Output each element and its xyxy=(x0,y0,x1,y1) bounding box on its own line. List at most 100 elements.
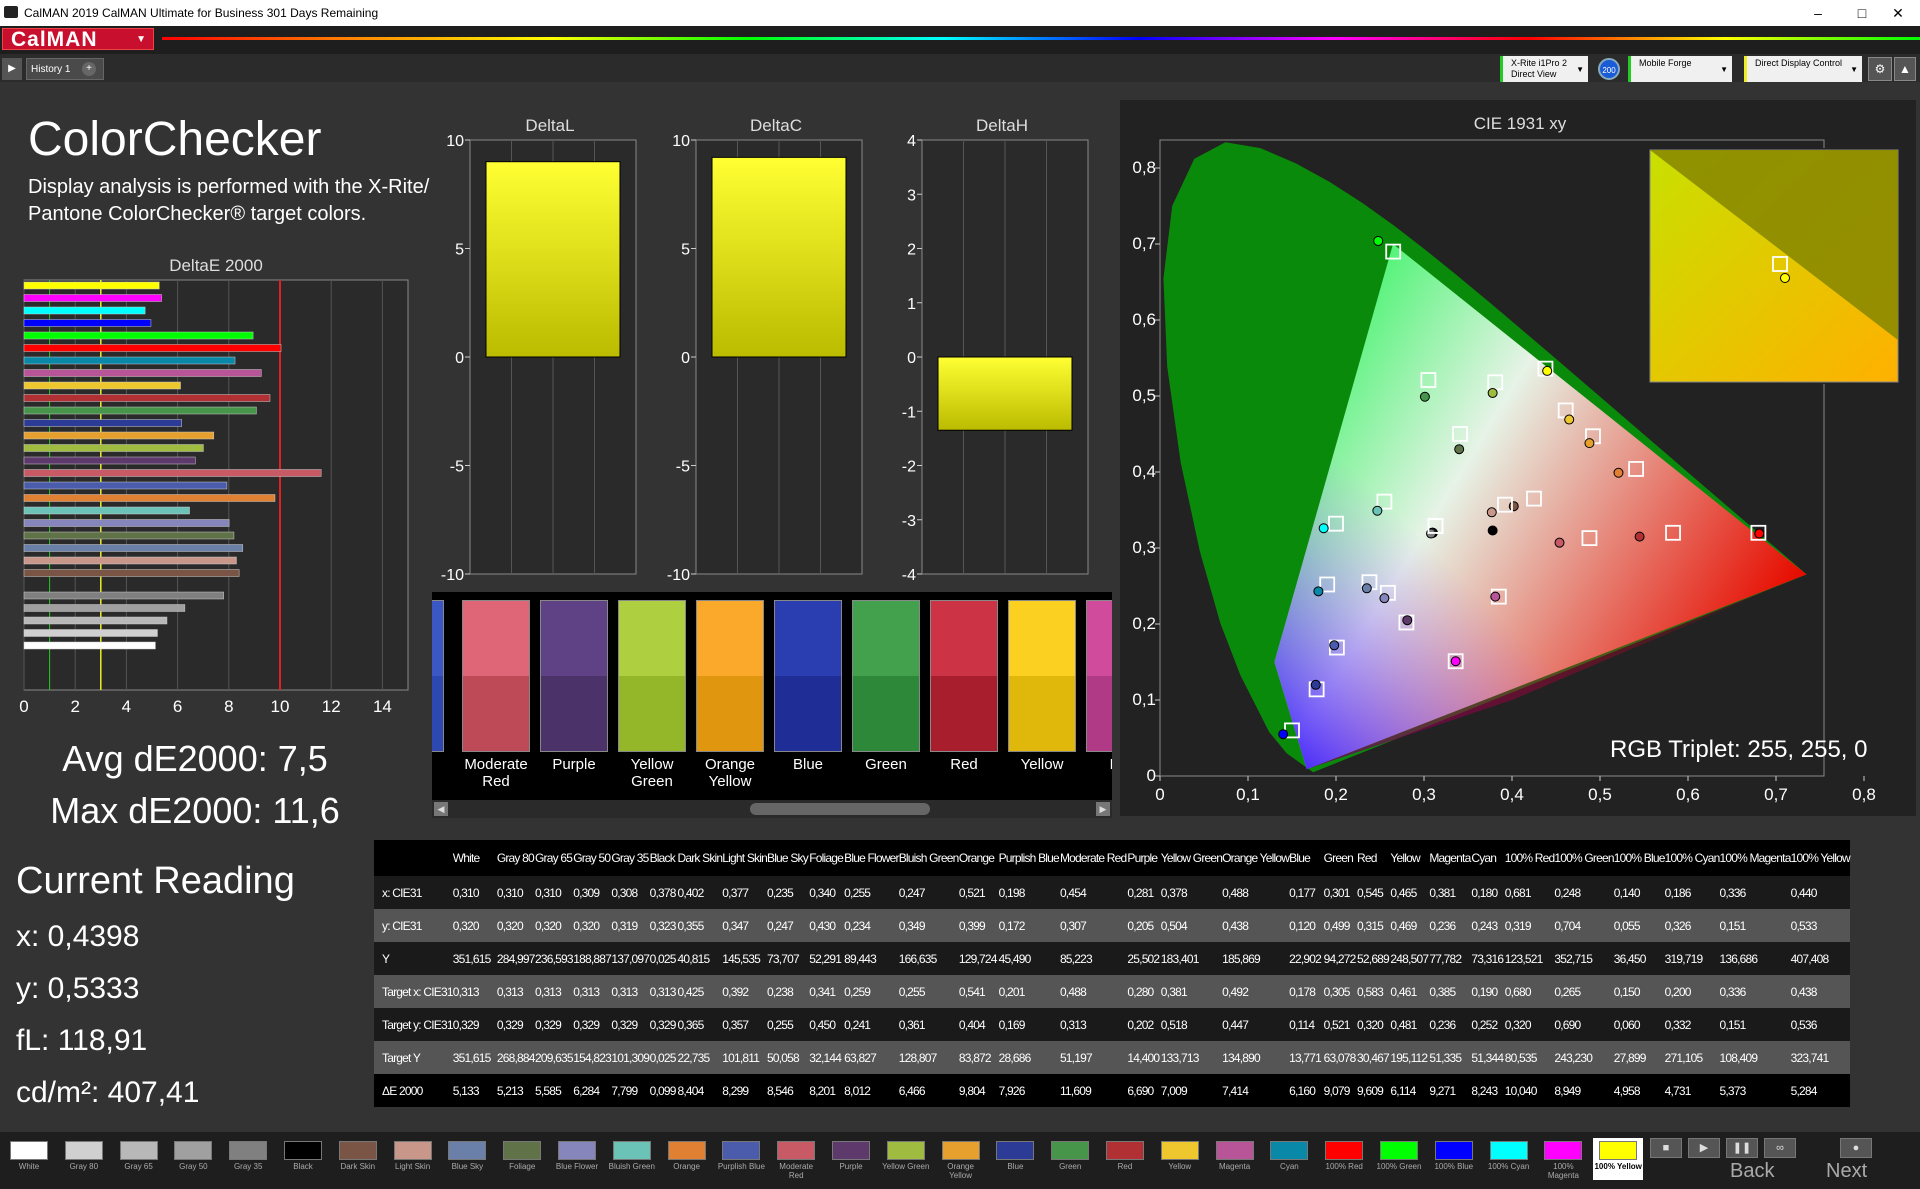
calman-menu-button[interactable]: CalMAN ▼ xyxy=(2,28,154,51)
table-cell: 0,336 xyxy=(1719,876,1791,909)
bottom-swatch-button[interactable]: Orange xyxy=(662,1138,712,1180)
bottom-swatch-button[interactable]: Black xyxy=(278,1138,328,1180)
add-tab-button[interactable]: + xyxy=(82,62,96,76)
bottom-swatch-button[interactable]: 100% Red xyxy=(1319,1138,1369,1180)
settings-gear-button[interactable]: ⚙ xyxy=(1868,57,1892,81)
cie-measured-point xyxy=(1487,525,1498,536)
color-swatch[interactable] xyxy=(432,600,444,752)
table-column-header: Gray 35 xyxy=(611,851,649,865)
bottom-swatch-button[interactable]: 100% Blue xyxy=(1429,1138,1479,1180)
close-button[interactable]: ✕ xyxy=(1876,0,1920,26)
delta-tick-label: -10 xyxy=(441,567,464,584)
table-cell: 0,301 xyxy=(1323,876,1358,909)
bottom-swatch-label: 100% Cyan xyxy=(1487,1162,1530,1171)
table-cell: 8,012 xyxy=(844,1074,899,1107)
back-button[interactable]: Back xyxy=(1730,1160,1774,1186)
table-cell: 0,308 xyxy=(611,876,650,909)
table-cell: 85,223 xyxy=(1059,942,1128,975)
table-cell: 0,172 xyxy=(998,909,1060,942)
bottom-swatch-button[interactable]: 100% Cyan xyxy=(1484,1138,1534,1180)
bottom-swatch-button[interactable]: Red xyxy=(1100,1138,1150,1180)
table-cell: 0,361 xyxy=(898,1008,959,1041)
deltae-bar xyxy=(23,569,240,577)
delta-tick-label: -5 xyxy=(676,459,690,476)
table-column-header: White xyxy=(452,851,480,865)
bottom-swatch-button[interactable]: Blue Flower xyxy=(552,1138,602,1180)
bottom-swatch-button[interactable]: Blue Sky xyxy=(442,1138,492,1180)
table-row-label: Y xyxy=(374,942,453,975)
table-cell: 4,731 xyxy=(1664,1074,1720,1107)
scroll-left-icon[interactable]: ◀ xyxy=(434,802,448,816)
loop-button[interactable]: ∞ xyxy=(1764,1138,1796,1158)
table-row-label: y: CIE31 xyxy=(374,909,453,942)
scroll-right-icon[interactable]: ▶ xyxy=(1096,802,1110,816)
swatch-scrollbar[interactable]: ◀ ▶ xyxy=(432,800,1112,818)
bottom-swatch-label: Red xyxy=(1117,1162,1133,1171)
table-row: Target x: CIE31 0,313 0,313 0,313 0,313 0,313… xyxy=(374,975,1850,1008)
minimize-button[interactable]: – xyxy=(1796,0,1840,26)
bottom-swatch-button[interactable]: Dark Skin xyxy=(333,1138,383,1180)
bottom-swatch-button[interactable]: 100% Green xyxy=(1374,1138,1424,1180)
bottom-swatch-button[interactable]: Gray 50 xyxy=(168,1138,218,1180)
meter-selector[interactable]: X-Rite i1Pro 2 Direct View ▼ xyxy=(1500,56,1588,82)
cie-measured-point xyxy=(1487,387,1498,398)
bottom-swatch-button[interactable]: Gray 35 xyxy=(223,1138,273,1180)
bottom-swatch-button[interactable]: Yellow Green xyxy=(881,1138,931,1180)
color-swatch[interactable] xyxy=(696,600,764,752)
table-cell: 9,079 xyxy=(1323,1074,1358,1107)
bottom-swatch-button[interactable]: Yellow xyxy=(1155,1138,1205,1180)
play-icon[interactable]: ▶ xyxy=(2,58,22,80)
source-selector[interactable]: Mobile Forge ▼ xyxy=(1628,56,1732,82)
bottom-swatch-label: Purplish Blue xyxy=(717,1162,765,1171)
bottom-swatch-button[interactable]: Cyan xyxy=(1264,1138,1314,1180)
cie-x-tick: 0,8 xyxy=(1852,785,1876,804)
swatch-label: Purple xyxy=(552,756,596,773)
bottom-swatch-button[interactable]: Magenta xyxy=(1210,1138,1260,1180)
table-cell: 0,234 xyxy=(844,909,899,942)
scroll-up-button[interactable]: ▲ xyxy=(1894,57,1916,81)
pause-button[interactable]: ❚❚ xyxy=(1726,1138,1758,1158)
record-button[interactable]: ● xyxy=(1840,1138,1872,1158)
color-swatch[interactable] xyxy=(930,600,998,752)
color-swatch[interactable] xyxy=(852,600,920,752)
next-button[interactable]: Next xyxy=(1826,1160,1867,1186)
bottom-swatch-color xyxy=(996,1141,1035,1160)
color-swatch[interactable] xyxy=(1008,600,1076,752)
cie-y-tick: 0,1 xyxy=(1132,690,1156,709)
delta-tick-label: -1 xyxy=(902,404,916,421)
bottom-swatch-color xyxy=(1599,1141,1638,1160)
display-selector[interactable]: Direct Display Control ▼ xyxy=(1744,56,1862,82)
bottom-swatch-button[interactable]: Moderate Red xyxy=(771,1138,821,1180)
bottom-swatch-button[interactable]: Orange Yellow xyxy=(936,1138,986,1180)
bottom-swatch-button[interactable]: Bluish Green xyxy=(607,1138,657,1180)
bottom-swatch-button[interactable]: 100% Magenta xyxy=(1538,1138,1588,1180)
bottom-swatch-button[interactable]: Green xyxy=(1045,1138,1095,1180)
deltae-bar xyxy=(23,604,186,612)
bottom-swatch-button[interactable]: Blue xyxy=(990,1138,1040,1180)
table-cell: 0,481 xyxy=(1390,1008,1430,1041)
bottom-swatch-button[interactable]: Purple xyxy=(826,1138,876,1180)
color-swatch[interactable] xyxy=(774,600,842,752)
color-swatch[interactable] xyxy=(1086,600,1112,752)
meter-mode-badge[interactable]: 200 xyxy=(1598,58,1620,80)
bottom-swatch-button[interactable]: Gray 80 xyxy=(59,1138,109,1180)
source-selector-label: Mobile Forge xyxy=(1639,58,1692,68)
deltae-tick-label: 14 xyxy=(373,697,392,716)
scrollbar-thumb[interactable] xyxy=(750,803,930,815)
cie-y-tick: 0,5 xyxy=(1132,386,1156,405)
color-swatch[interactable] xyxy=(618,600,686,752)
delta-tick-label: 1 xyxy=(907,296,916,313)
table-column-header: Purplish Blue xyxy=(998,851,1060,865)
table-cell: 7,799 xyxy=(611,1074,650,1107)
bottom-swatch-button[interactable]: White xyxy=(4,1138,54,1180)
bottom-swatch-button[interactable]: Foliage xyxy=(497,1138,547,1180)
bottom-swatch-button[interactable]: 100% Yellow xyxy=(1593,1138,1644,1180)
color-swatch[interactable] xyxy=(462,600,530,752)
play-button[interactable]: ▶ xyxy=(1688,1138,1720,1158)
stop-button[interactable]: ■ xyxy=(1650,1138,1682,1158)
bottom-swatch-button[interactable]: Purplish Blue xyxy=(716,1138,766,1180)
bottom-swatch-label: Yellow xyxy=(1168,1162,1192,1171)
color-swatch[interactable] xyxy=(540,600,608,752)
bottom-swatch-button[interactable]: Gray 65 xyxy=(114,1138,164,1180)
bottom-swatch-button[interactable]: Light Skin xyxy=(388,1138,438,1180)
